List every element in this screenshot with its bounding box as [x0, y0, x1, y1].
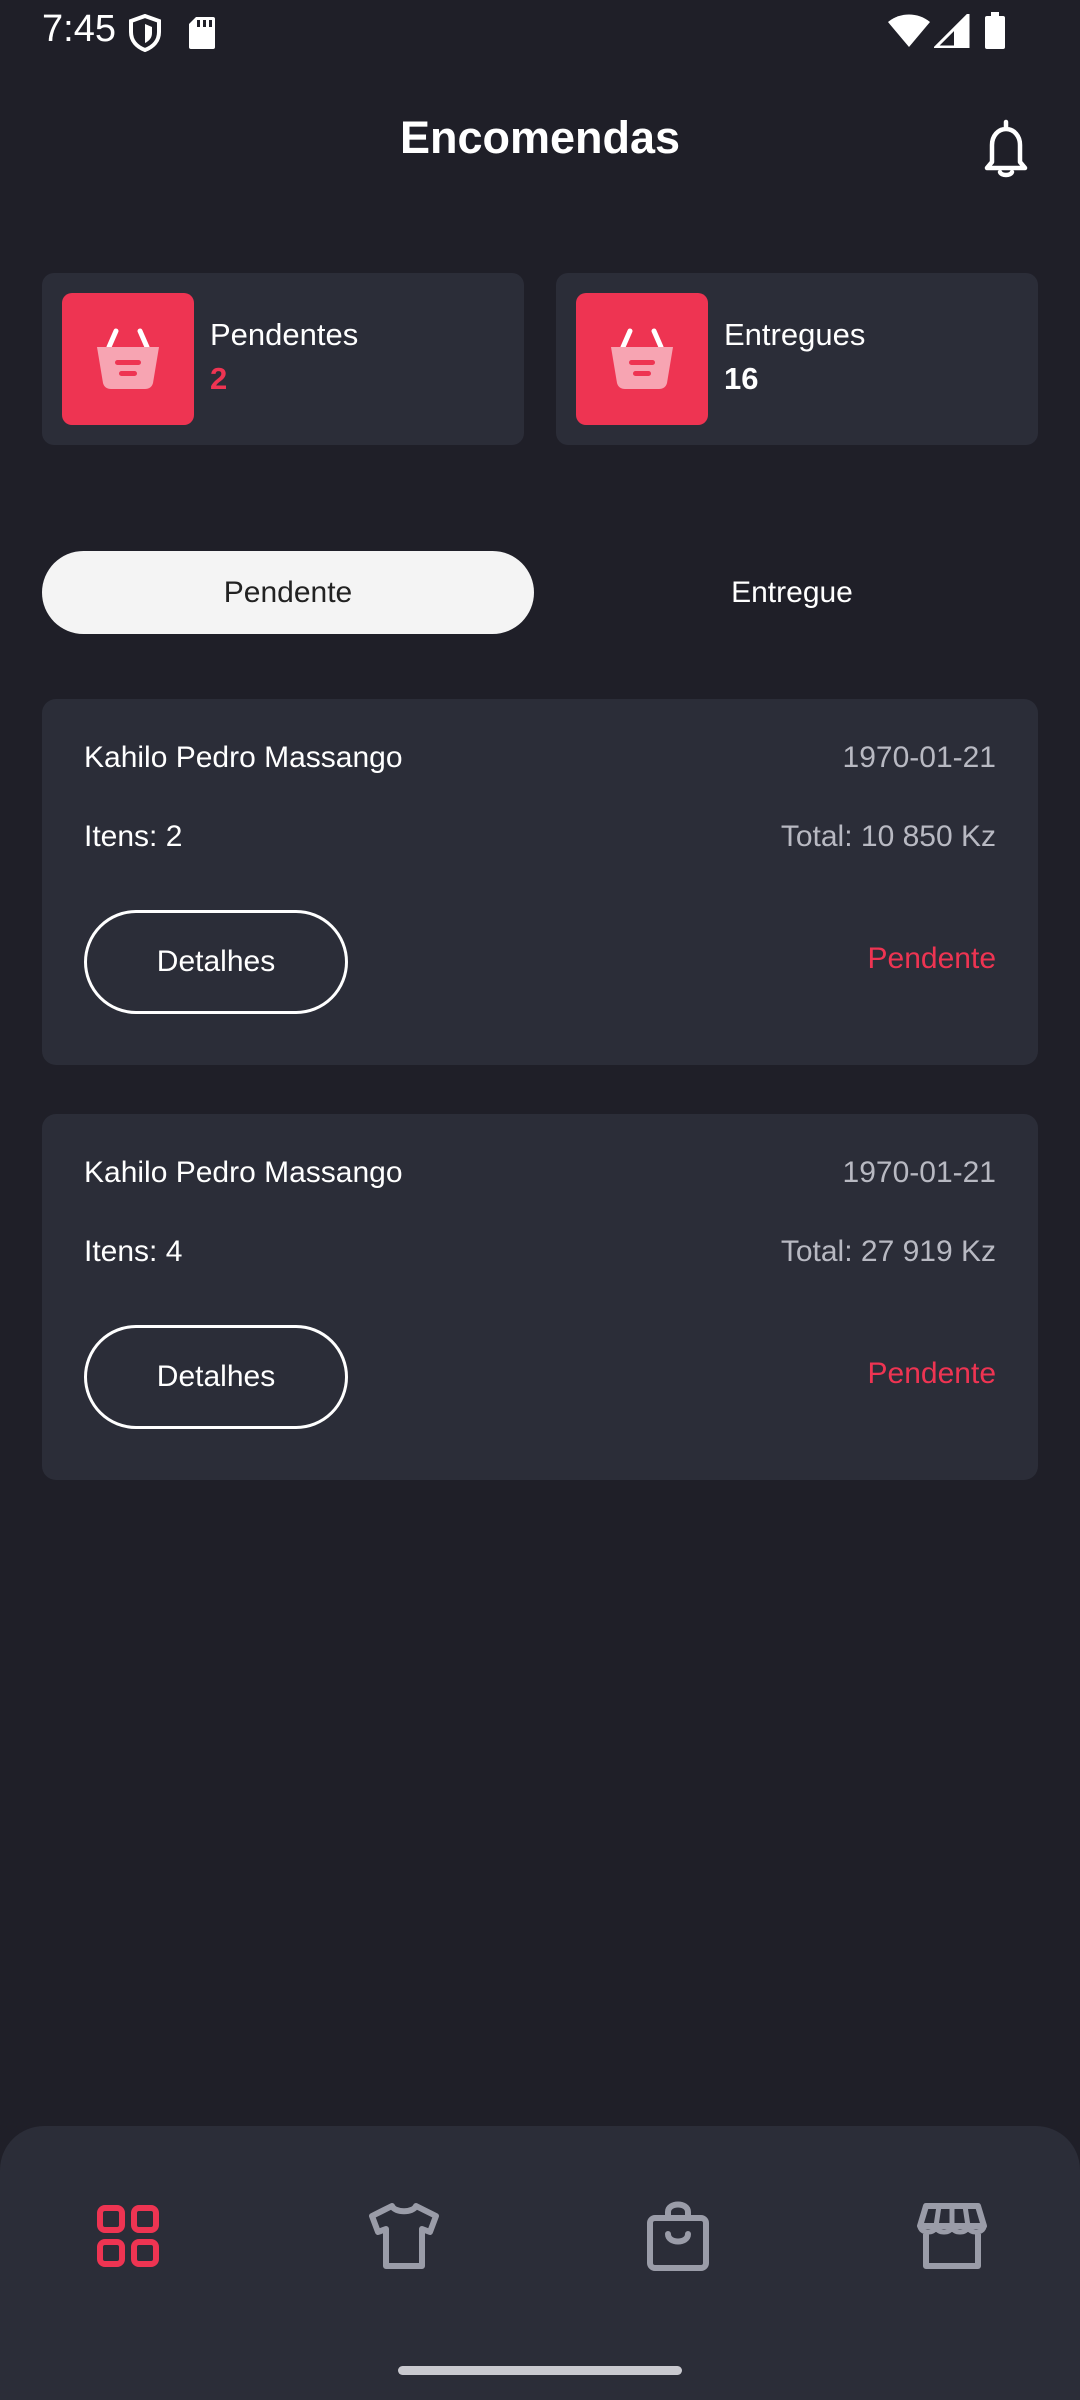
order-items-count: Itens: 2 — [84, 820, 183, 853]
summary-card-pending[interactable]: Pendentes 2 — [42, 273, 524, 445]
order-total: Total: 27 919 Kz — [780, 1235, 996, 1268]
summary-count: 2 — [210, 361, 228, 396]
tab-pendente[interactable]: Pendente — [42, 551, 534, 634]
order-customer-name: Kahilo Pedro Massango — [84, 1156, 403, 1189]
sd-card-icon — [188, 16, 216, 55]
home-indicator[interactable] — [398, 2366, 682, 2375]
status-bar: 7:45 — [0, 0, 1080, 64]
order-customer-name: Kahilo Pedro Massango — [84, 741, 403, 774]
details-button[interactable]: Detalhes — [84, 910, 348, 1014]
wifi-icon — [888, 14, 930, 53]
summary-count: 16 — [724, 361, 759, 396]
signal-icon — [932, 11, 970, 53]
summary-label: Entregues — [724, 317, 866, 352]
details-button[interactable]: Detalhes — [84, 1325, 348, 1429]
tshirt-icon[interactable] — [364, 2196, 444, 2276]
status-time: 7:45 — [42, 8, 116, 50]
order-date: 1970-01-21 — [842, 1156, 996, 1189]
bottom-nav — [0, 2126, 1080, 2400]
tab-entregue[interactable]: Entregue — [546, 551, 1038, 634]
order-total: Total: 10 850 Kz — [780, 820, 996, 853]
basket-icon — [576, 293, 708, 425]
grid-icon[interactable] — [88, 2196, 168, 2276]
battery-icon — [984, 12, 1006, 55]
order-status: Pendente — [867, 1357, 996, 1390]
order-status: Pendente — [867, 942, 996, 975]
shopping-bag-icon[interactable] — [638, 2196, 718, 2276]
order-card: Kahilo Pedro Massango 1970-01-21 Itens: … — [42, 699, 1038, 1065]
order-date: 1970-01-21 — [842, 741, 996, 774]
page-title: Encomendas — [399, 112, 681, 163]
store-icon[interactable] — [912, 2196, 992, 2276]
order-card: Kahilo Pedro Massango 1970-01-21 Itens: … — [42, 1114, 1038, 1480]
summary-card-delivered[interactable]: Entregues 16 — [556, 273, 1038, 445]
basket-icon — [62, 293, 194, 425]
bell-icon[interactable] — [978, 118, 1034, 180]
summary-label: Pendentes — [210, 317, 359, 352]
shield-icon — [128, 13, 162, 57]
order-items-count: Itens: 4 — [84, 1235, 183, 1268]
